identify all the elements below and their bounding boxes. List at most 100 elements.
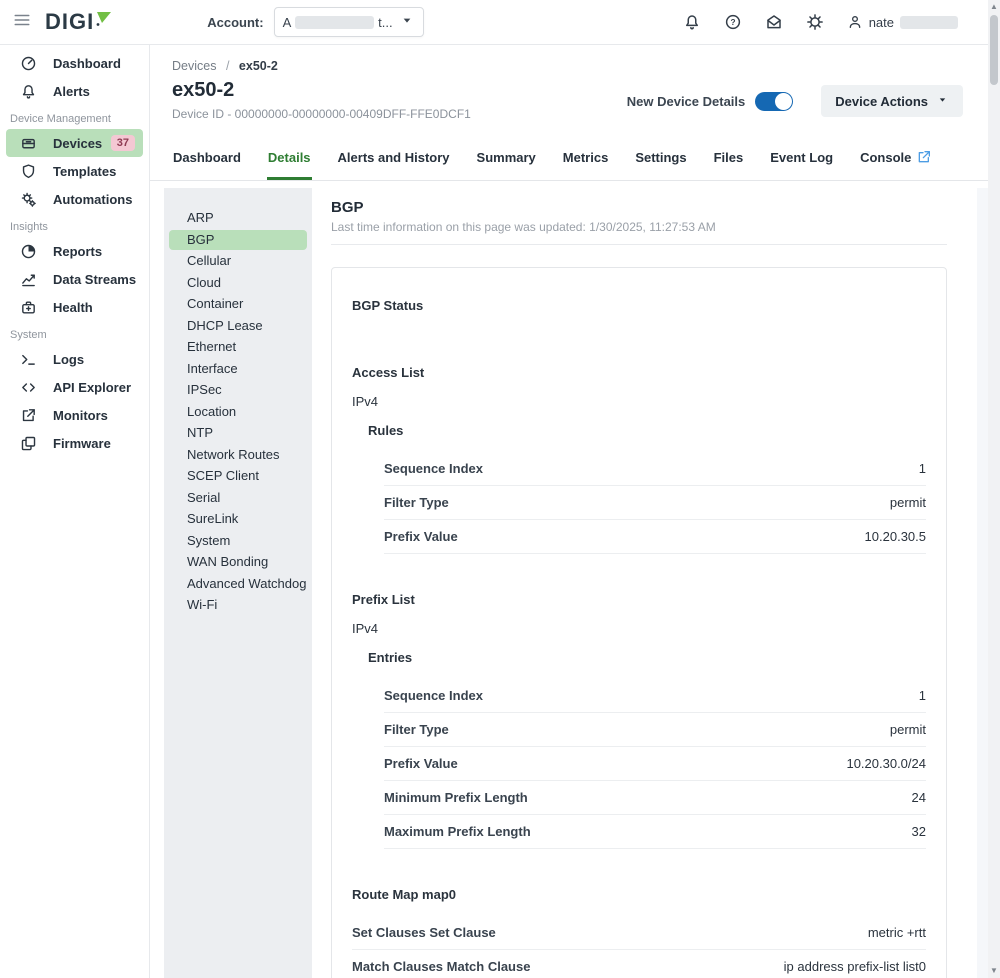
detail-row: Filter Typepermit <box>384 713 926 747</box>
user-menu[interactable]: nate <box>847 14 958 30</box>
subnav-item-ethernet[interactable]: Ethernet <box>169 337 307 358</box>
subnav-item-ipsec[interactable]: IPSec <box>169 380 307 401</box>
sidebar-item-logs[interactable]: Logs <box>6 345 143 373</box>
breadcrumb-current: ex50-2 <box>239 59 278 73</box>
sidebar-item-reports[interactable]: Reports <box>6 237 143 265</box>
section-heading-access-list: Access List <box>352 365 926 380</box>
subnav-item-container[interactable]: Container <box>169 294 307 315</box>
logo-flag-icon <box>95 12 111 26</box>
tab-alerts-and-history[interactable]: Alerts and History <box>337 139 451 180</box>
tab-label: Dashboard <box>173 150 241 165</box>
sidebar-section-label: Insights <box>0 213 149 237</box>
sidebar-item-api-explorer[interactable]: API Explorer <box>6 373 143 401</box>
digi-logo[interactable]: DIGI <box>45 11 111 33</box>
subnav-item-ntp[interactable]: NTP <box>169 423 307 444</box>
detail-row-label: Filter Type <box>384 495 449 510</box>
gears-icon <box>20 191 37 208</box>
tab-label: Summary <box>477 150 536 165</box>
section-subheading: IPv4 <box>352 621 926 636</box>
sidebar-item-health[interactable]: Health <box>6 293 143 321</box>
section-heading-rules: Rules <box>368 423 926 438</box>
subnav-item-interface[interactable]: Interface <box>169 359 307 380</box>
pie-icon <box>20 243 37 260</box>
redacted-account-name <box>295 16 374 29</box>
tab-summary[interactable]: Summary <box>476 139 537 180</box>
section-heading-route-map-map0: Route Map map0 <box>352 887 926 902</box>
detail-row: Filter Typepermit <box>384 486 926 520</box>
gear-icon[interactable] <box>806 13 824 31</box>
code-icon <box>20 379 37 396</box>
detail-row-value: metric +rtt <box>868 925 926 940</box>
toggle-knob <box>775 93 792 110</box>
sidebar-item-automations[interactable]: Automations <box>6 185 143 213</box>
subnav-item-location[interactable]: Location <box>169 402 307 423</box>
subnav-item-cloud[interactable]: Cloud <box>169 273 307 294</box>
detail-row-value: 10.20.30.0/24 <box>846 756 926 771</box>
tab-dashboard[interactable]: Dashboard <box>172 139 242 180</box>
subnav-item-network-routes[interactable]: Network Routes <box>169 445 307 466</box>
subnav-item-dhcp-lease[interactable]: DHCP Lease <box>169 316 307 337</box>
vertical-scrollbar[interactable]: ▲ ▼ <box>988 0 1000 978</box>
subnav-item-wan-bonding[interactable]: WAN Bonding <box>169 552 307 573</box>
account-value-suffix: t... <box>378 15 392 30</box>
pane-title: BGP <box>331 199 947 216</box>
subnav-item-scep-client[interactable]: SCEP Client <box>169 466 307 487</box>
device-icon <box>20 135 37 152</box>
tab-settings[interactable]: Settings <box>634 139 687 180</box>
tab-event-log[interactable]: Event Log <box>769 139 834 180</box>
sidebar-item-data-streams[interactable]: Data Streams <box>6 265 143 293</box>
detail-row-value: 1 <box>919 461 926 476</box>
subnav-item-system[interactable]: System <box>169 531 307 552</box>
mail-icon[interactable] <box>765 13 783 31</box>
subnav-item-surelink[interactable]: SureLink <box>169 509 307 530</box>
detail-row: Maximum Prefix Length32 <box>384 815 926 849</box>
breadcrumb-devices-link[interactable]: Devices <box>172 59 216 73</box>
tab-details[interactable]: Details <box>267 139 312 180</box>
sidebar-section-label: Device Management <box>0 105 149 129</box>
device-actions-button[interactable]: Device Actions <box>821 85 963 117</box>
sidebar-item-alerts[interactable]: Alerts <box>6 77 143 105</box>
sidebar-item-label: Templates <box>53 164 116 179</box>
sidebar-item-dashboard[interactable]: Dashboard <box>6 49 143 77</box>
shield-icon <box>20 163 37 180</box>
subnav-item-bgp[interactable]: BGP <box>169 230 307 251</box>
scroll-down-arrow[interactable]: ▼ <box>990 964 998 978</box>
subnav-item-serial[interactable]: Serial <box>169 488 307 509</box>
scroll-up-arrow[interactable]: ▲ <box>990 0 998 14</box>
detail-row: Minimum Prefix Length24 <box>384 781 926 815</box>
tab-metrics[interactable]: Metrics <box>562 139 610 180</box>
scrollbar-thumb[interactable] <box>990 15 998 85</box>
hamburger-menu-icon[interactable] <box>13 11 31 34</box>
detail-subnav: ARPBGPCellularCloudContainerDHCP LeaseEt… <box>164 188 312 978</box>
main-area: Devices / ex50-2 ex50-2 Device ID - 0000… <box>150 45 988 978</box>
sidebar-item-label: Devices <box>53 136 102 151</box>
sidebar-item-label: Firmware <box>53 436 111 451</box>
section-heading-entries: Entries <box>368 650 926 665</box>
tab-label: Settings <box>635 150 686 165</box>
sidebar-item-templates[interactable]: Templates <box>6 157 143 185</box>
sidebar-item-devices[interactable]: Devices37 <box>6 129 143 157</box>
new-device-details-toggle[interactable] <box>755 92 793 111</box>
sidebar-item-firmware[interactable]: Firmware <box>6 429 143 457</box>
copy-icon <box>20 435 37 452</box>
sidebar-item-monitors[interactable]: Monitors <box>6 401 143 429</box>
tab-label: Event Log <box>770 150 833 165</box>
person-icon <box>847 14 863 30</box>
detail-row-label: Set Clauses Set Clause <box>352 925 496 940</box>
subnav-item-advanced-watchdog[interactable]: Advanced Watchdog <box>169 574 307 595</box>
detail-row: Set Clauses Set Clause metric +rtt <box>352 916 926 950</box>
tab-console[interactable]: Console <box>859 139 933 180</box>
bgp-detail-card: BGP StatusAccess ListIPv4RulesSequence I… <box>331 267 947 978</box>
account-dropdown[interactable]: A t... <box>274 7 424 37</box>
subnav-item-arp[interactable]: ARP <box>169 208 307 229</box>
subnav-item-cellular[interactable]: Cellular <box>169 251 307 272</box>
sidebar-item-label: API Explorer <box>53 380 131 395</box>
tab-files[interactable]: Files <box>713 139 745 180</box>
detail-row-label: Sequence Index <box>384 461 483 476</box>
detail-row-value: 24 <box>912 790 926 805</box>
last-updated-text: Last time information on this page was u… <box>331 220 947 245</box>
help-icon[interactable] <box>724 13 742 31</box>
subnav-item-wi-fi[interactable]: Wi-Fi <box>169 595 307 616</box>
bell-icon[interactable] <box>683 13 701 31</box>
section-gap <box>352 849 926 873</box>
